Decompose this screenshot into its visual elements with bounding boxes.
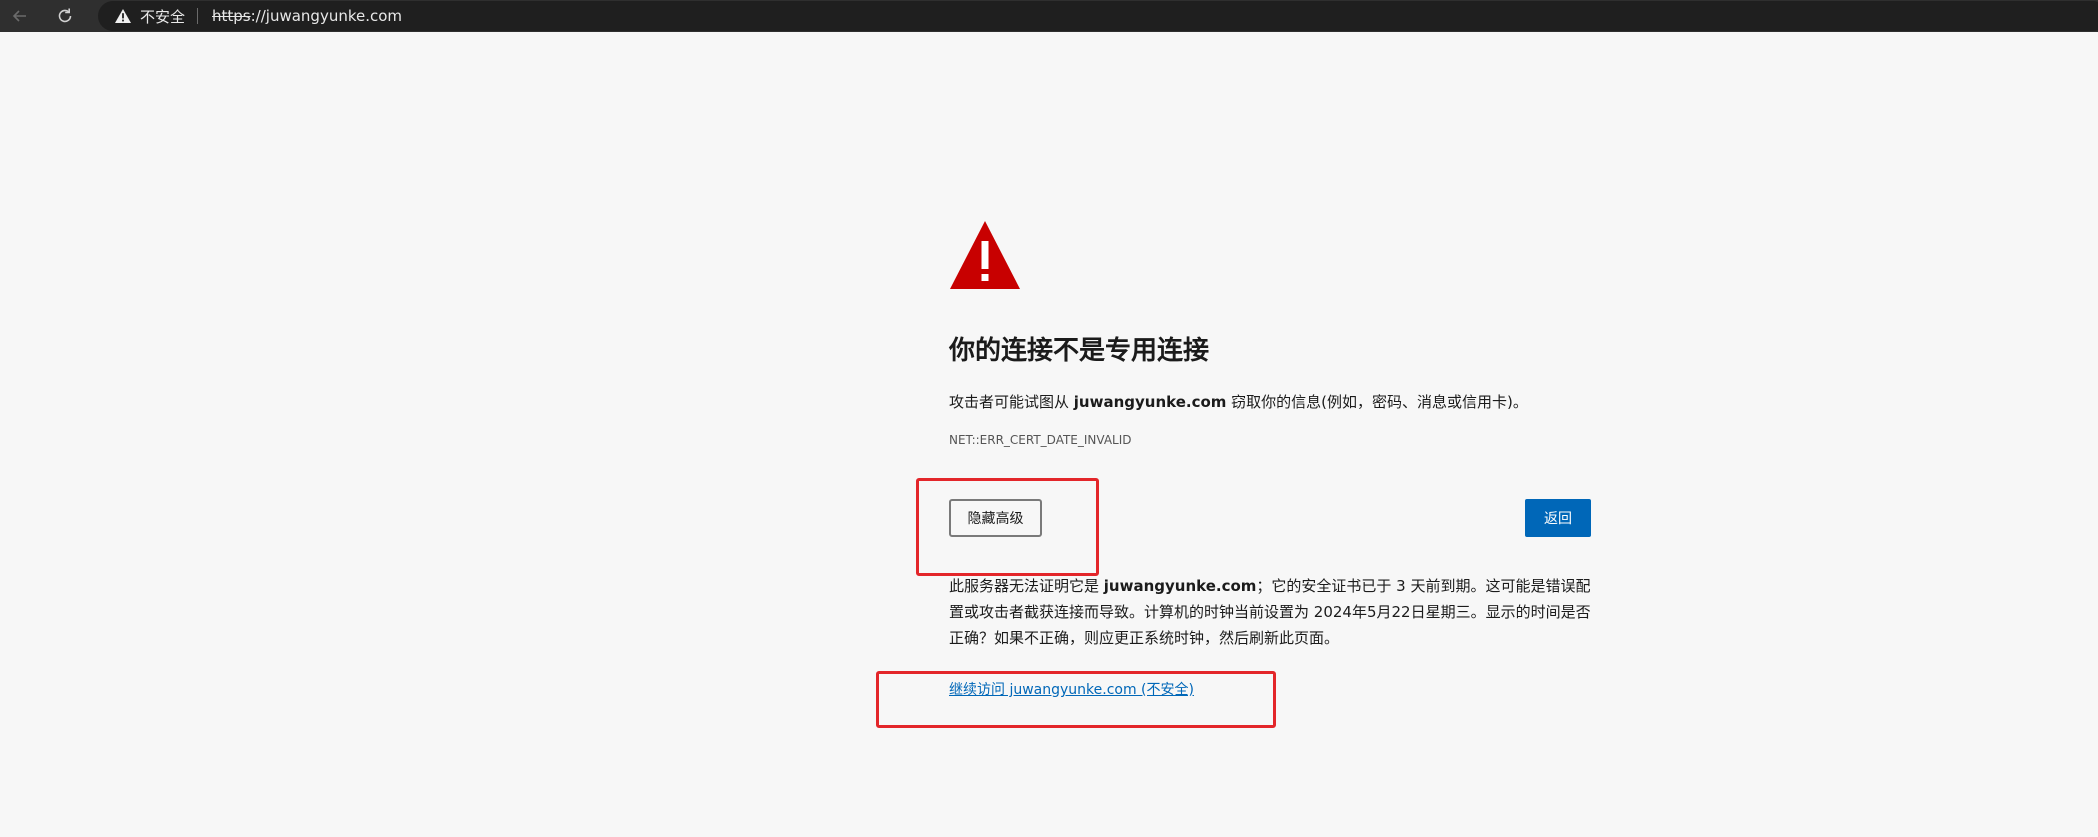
browser-toolbar: 不安全 https://juwangyunke.com bbox=[0, 0, 2098, 32]
annotation-box-hide-advanced bbox=[916, 478, 1099, 576]
details-prefix: 此服务器无法证明它是 bbox=[949, 577, 1104, 595]
large-warning-icon bbox=[950, 221, 1020, 289]
details-host: juwangyunke.com bbox=[1103, 577, 1257, 595]
advanced-details-text: 此服务器无法证明它是 juwangyunke.com；它的安全证书已于 3 天前… bbox=[949, 573, 1591, 651]
description-text: 攻击者可能试图从 juwangyunke.com 窃取你的信息(例如，密码、消息… bbox=[949, 391, 1591, 413]
description-prefix: 攻击者可能试图从 bbox=[949, 393, 1074, 411]
arrow-left-icon bbox=[12, 10, 26, 22]
go-back-button[interactable]: 返回 bbox=[1525, 499, 1591, 537]
warning-triangle-icon[interactable] bbox=[114, 8, 132, 24]
back-navigation-button[interactable] bbox=[3, 2, 37, 30]
address-bar[interactable]: 不安全 https://juwangyunke.com bbox=[98, 1, 2098, 31]
url-scheme: https bbox=[212, 7, 251, 25]
not-secure-label[interactable]: 不安全 bbox=[140, 6, 185, 27]
description-host: juwangyunke.com bbox=[1073, 393, 1227, 411]
error-content: 你的连接不是专用连接 攻击者可能试图从 juwangyunke.com 窃取你的… bbox=[949, 219, 1591, 699]
description-suffix: 窃取你的信息(例如，密码、消息或信用卡)。 bbox=[1226, 393, 1528, 411]
error-code[interactable]: NET::ERR_CERT_DATE_INVALID bbox=[949, 432, 1591, 448]
url-text[interactable]: https://juwangyunke.com bbox=[212, 7, 402, 25]
page-title: 你的连接不是专用连接 bbox=[949, 336, 1210, 366]
reload-button[interactable] bbox=[48, 2, 82, 30]
annotation-box-proceed-link bbox=[876, 671, 1276, 728]
address-separator bbox=[197, 8, 199, 24]
url-host: ://juwangyunke.com bbox=[250, 7, 403, 25]
reload-icon bbox=[58, 8, 72, 23]
